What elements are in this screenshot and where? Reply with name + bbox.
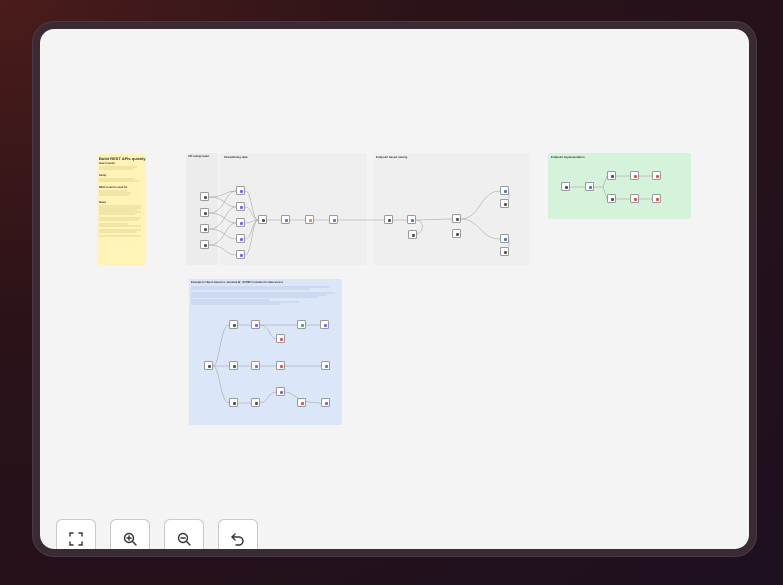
switch-node[interactable] bbox=[585, 182, 594, 191]
action-node[interactable] bbox=[630, 194, 639, 203]
fit-view-button[interactable] bbox=[56, 519, 96, 549]
zoom-in-button[interactable] bbox=[110, 519, 150, 549]
action-node[interactable] bbox=[276, 361, 285, 370]
http-node[interactable] bbox=[251, 398, 260, 407]
set-node[interactable] bbox=[281, 215, 290, 224]
respond-node[interactable] bbox=[500, 247, 509, 256]
execute-node[interactable] bbox=[561, 182, 570, 191]
set-node[interactable] bbox=[236, 202, 245, 211]
merge-node[interactable] bbox=[258, 215, 267, 224]
workflow-connections bbox=[208, 175, 652, 404]
execute-node[interactable] bbox=[229, 361, 238, 370]
execute-node[interactable] bbox=[229, 320, 238, 329]
webhook-node[interactable] bbox=[200, 224, 209, 233]
zoom-out-icon bbox=[177, 532, 191, 546]
trigger-node[interactable] bbox=[204, 361, 213, 370]
set-node[interactable] bbox=[236, 234, 245, 243]
webhook-node[interactable] bbox=[200, 240, 209, 249]
execute-node[interactable] bbox=[607, 171, 616, 180]
switch-node[interactable] bbox=[452, 214, 461, 223]
set-node[interactable] bbox=[276, 387, 285, 396]
code-node[interactable] bbox=[305, 215, 314, 224]
router-node[interactable] bbox=[384, 215, 393, 224]
webhook-node[interactable] bbox=[200, 208, 209, 217]
zoom-in-icon bbox=[123, 532, 137, 546]
undo-icon bbox=[231, 533, 244, 546]
zoom-out-button[interactable] bbox=[164, 519, 204, 549]
set-node[interactable] bbox=[329, 215, 338, 224]
execute-node[interactable] bbox=[229, 398, 238, 407]
action-node[interactable] bbox=[297, 398, 306, 407]
if-node[interactable] bbox=[500, 234, 509, 243]
action-node[interactable] bbox=[652, 194, 661, 203]
action-node[interactable] bbox=[652, 171, 661, 180]
respond-node[interactable] bbox=[452, 229, 461, 238]
undo-button[interactable] bbox=[218, 519, 258, 549]
workflow-canvas[interactable]: Build REST APIs quickly How it works Set… bbox=[40, 29, 749, 549]
merge-node[interactable] bbox=[297, 320, 306, 329]
set-node[interactable] bbox=[236, 218, 245, 227]
respond-node[interactable] bbox=[408, 230, 417, 239]
set-node[interactable] bbox=[321, 398, 330, 407]
execute-node[interactable] bbox=[607, 194, 616, 203]
set-node[interactable] bbox=[251, 320, 260, 329]
set-node[interactable] bbox=[236, 250, 245, 259]
fit-view-icon bbox=[69, 532, 83, 546]
set-node[interactable] bbox=[251, 361, 260, 370]
set-node[interactable] bbox=[321, 361, 330, 370]
set-node[interactable] bbox=[236, 186, 245, 195]
respond-node[interactable] bbox=[500, 199, 509, 208]
switch-node[interactable] bbox=[407, 215, 416, 224]
webhook-node[interactable] bbox=[200, 192, 209, 201]
if-node[interactable] bbox=[500, 186, 509, 195]
action-node[interactable] bbox=[276, 334, 285, 343]
set-node[interactable] bbox=[320, 320, 329, 329]
action-node[interactable] bbox=[630, 171, 639, 180]
